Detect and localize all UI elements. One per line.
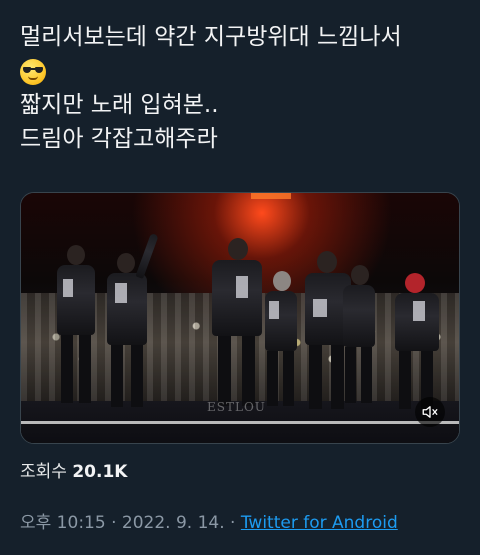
- dancer: [261, 271, 301, 406]
- dancer: [389, 273, 445, 409]
- mute-button[interactable]: [415, 397, 445, 427]
- tweet-text: 멀리서보는데 약간 지구방위대 느낌나서 짧지만 노래 입혀본.. 드림아 각잡…: [20, 20, 460, 156]
- tweet-line-2: 짧지만 노래 입혀본..: [20, 92, 219, 118]
- speaker-muted-icon: [422, 406, 438, 418]
- tweet-date[interactable]: 2022. 9. 14.: [122, 513, 225, 533]
- views-number: 20.1K: [72, 462, 128, 482]
- source-link[interactable]: Twitter for Android: [241, 513, 398, 533]
- tweet-line-3: 드림아 각잡고해주라: [20, 126, 218, 152]
- dancer: [53, 245, 99, 405]
- video-watermark: ESTLOU: [207, 400, 266, 414]
- sunglasses-emoji-icon: [20, 58, 46, 85]
- dancer: [99, 233, 159, 408]
- dancer: [206, 238, 268, 408]
- dancer: [339, 265, 379, 405]
- view-count: 조회수 20.1K: [20, 457, 127, 482]
- tweet-line-1: 멀리서보는데 약간 지구방위대 느낌나서: [20, 24, 402, 50]
- meta-separator: ·: [111, 513, 117, 533]
- stage-light: [251, 193, 291, 199]
- tweet-emoji-line: [20, 54, 460, 88]
- meta-separator: ·: [230, 513, 236, 533]
- tweet-meta: 오후 10:15 · 2022. 9. 14. · Twitter for An…: [20, 508, 398, 533]
- tweet-time[interactable]: 오후 10:15: [20, 513, 106, 533]
- views-label: 조회수: [20, 462, 67, 482]
- video-player[interactable]: ESTLOU: [20, 192, 460, 444]
